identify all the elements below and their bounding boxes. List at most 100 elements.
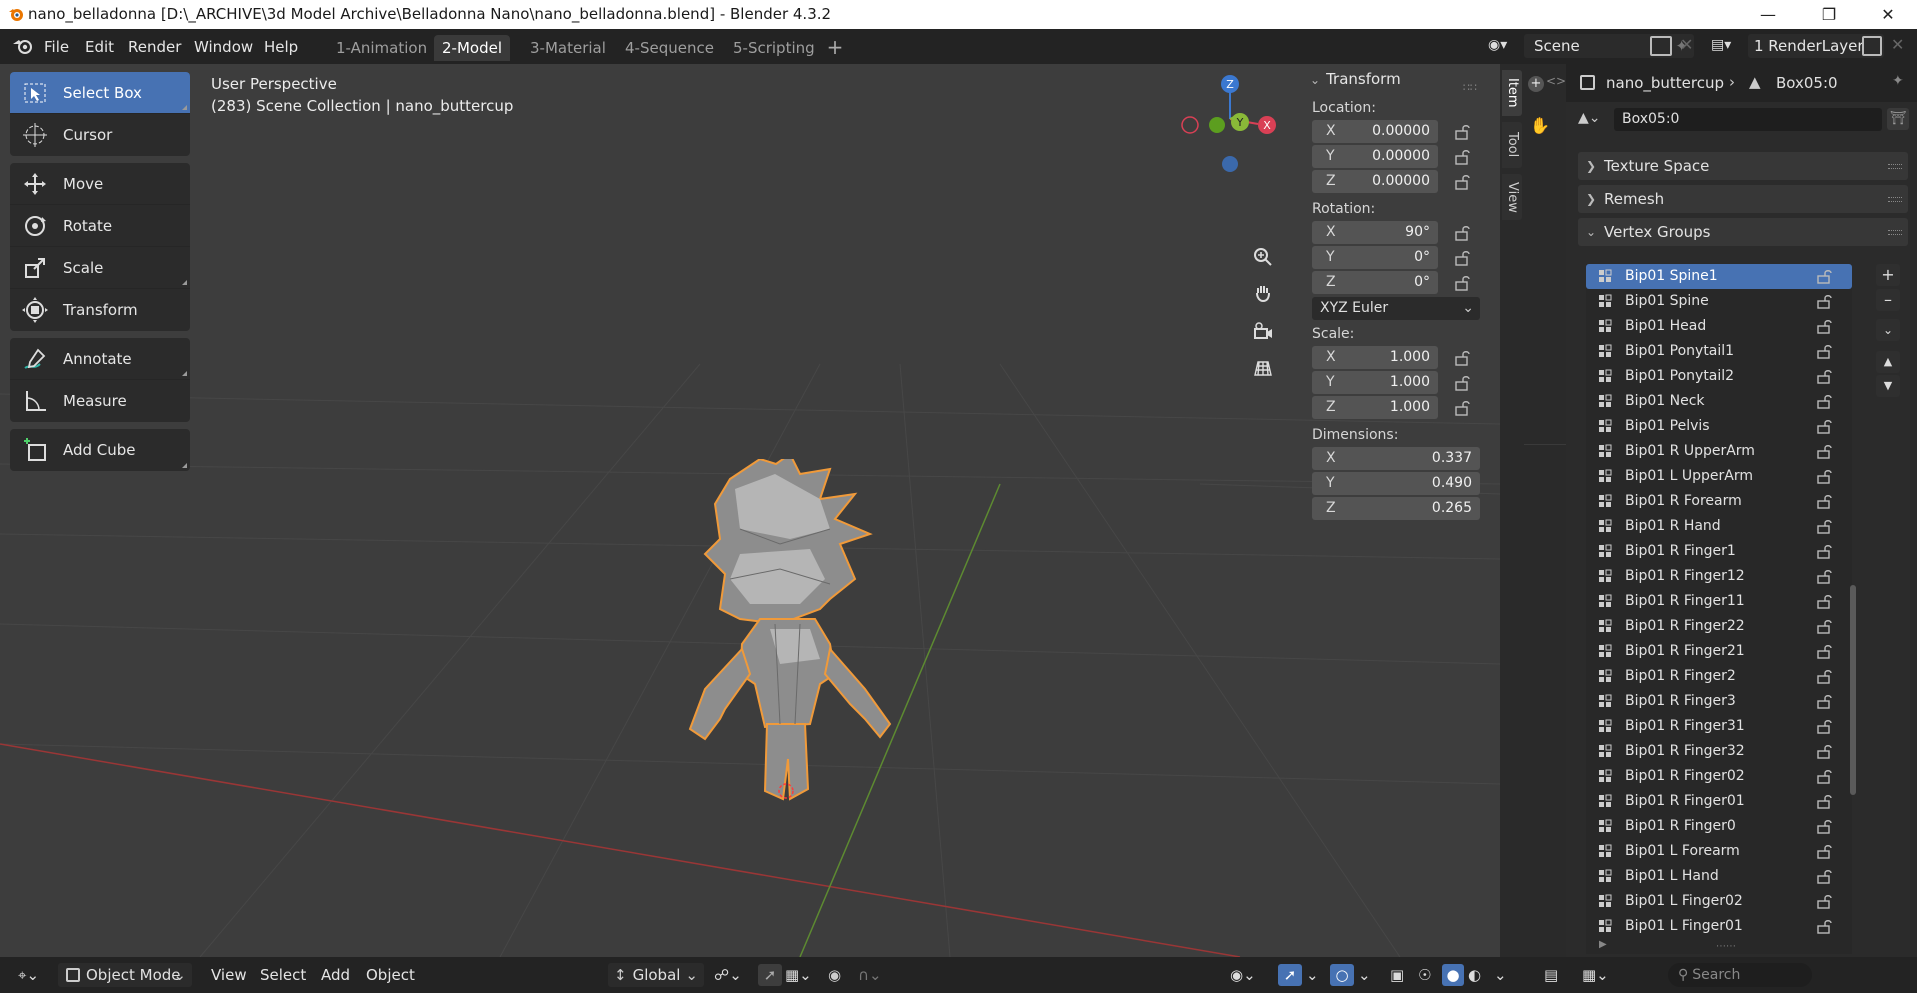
add-icon[interactable]: + (1528, 76, 1544, 92)
vertex-group-item[interactable]: Bip01 R Finger0 (1586, 814, 1852, 839)
vertex-group-item[interactable]: Bip01 R Finger1 (1586, 539, 1852, 564)
dimensions-z-field[interactable]: Z 0.265 (1312, 497, 1480, 520)
panel-vertex-groups[interactable]: ⌄ Vertex Groups (1578, 218, 1908, 246)
lock-icon[interactable] (1454, 250, 1472, 266)
lock-icon[interactable] (1816, 894, 1834, 909)
properties-filter-icon[interactable]: ▦⌄ (1582, 964, 1609, 986)
viewlayer-icon[interactable]: ▤▾ (1711, 37, 1745, 57)
scale-x-field[interactable]: X 1.000 (1312, 346, 1438, 369)
panel-texture-space[interactable]: ❯ Texture Space (1578, 152, 1908, 180)
tool-annotate[interactable]: Annotate (10, 338, 190, 380)
menu-window[interactable]: Window (188, 35, 259, 59)
3d-viewport[interactable]: Select Box Cursor Move Rotate Scale Tran… (0, 64, 1500, 957)
close-icon[interactable]: ✕ (1865, 0, 1911, 29)
editor-type-icon[interactable]: ▤ (1544, 964, 1558, 986)
navigation-gizmo[interactable]: Z Y X (1180, 64, 1280, 184)
lock-icon[interactable] (1816, 294, 1834, 309)
blender-menu-icon[interactable] (12, 37, 34, 55)
location-y-field[interactable]: Y 0.00000 (1312, 145, 1438, 168)
vertex-group-item[interactable]: Bip01 R Forearm (1586, 489, 1852, 514)
pivot-point-icon[interactable]: ☍⌄ (714, 964, 742, 986)
vertex-group-item[interactable]: Bip01 L Forearm (1586, 839, 1852, 864)
remove-vertex-group-button[interactable]: – (1876, 289, 1900, 311)
vertex-group-item[interactable]: Bip01 R Finger12 (1586, 564, 1852, 589)
lock-icon[interactable] (1816, 869, 1834, 884)
vertex-group-item[interactable]: Bip01 R Finger3 (1586, 689, 1852, 714)
list-filter-toggle[interactable]: ▶ (1599, 939, 1607, 950)
lock-icon[interactable] (1816, 319, 1834, 334)
lock-icon[interactable] (1816, 469, 1834, 484)
fake-user-shield-icon[interactable]: ⛩ (1887, 108, 1909, 130)
object-mode-dropdown[interactable]: Object Mode ⌄ (58, 963, 192, 987)
grip-icon[interactable] (1888, 230, 1902, 235)
lock-icon[interactable] (1816, 819, 1834, 834)
menu-view[interactable]: View (211, 964, 247, 986)
shading-options-icon[interactable]: ⌄ (1494, 964, 1507, 986)
zoom-icon[interactable] (1248, 242, 1278, 272)
tab-tool[interactable]: Tool (1502, 122, 1522, 168)
lock-icon[interactable] (1816, 269, 1834, 284)
tool-transform[interactable]: Transform (10, 289, 190, 331)
vertex-group-item[interactable]: Bip01 R Finger02 (1586, 764, 1852, 789)
vertex-group-item[interactable]: Bip01 Spine (1586, 289, 1852, 314)
tool-select-box[interactable]: Select Box (10, 72, 190, 114)
grip-icon[interactable]: ∷∷ (1463, 73, 1477, 103)
lock-icon[interactable] (1816, 369, 1834, 384)
lock-icon[interactable] (1816, 769, 1834, 784)
location-z-field[interactable]: Z 0.00000 (1312, 170, 1438, 193)
lock-icon[interactable] (1816, 519, 1834, 534)
lock-icon[interactable] (1816, 444, 1834, 459)
tab-animation[interactable]: 1-Animation (328, 35, 435, 61)
tool-measure[interactable]: Measure (10, 380, 190, 422)
lock-icon[interactable] (1454, 174, 1472, 190)
scale-z-field[interactable]: Z 1.000 (1312, 396, 1438, 419)
snap-toggle-icon[interactable]: ➚ (758, 964, 782, 986)
expand-arrows-icon[interactable]: <> (1546, 74, 1566, 88)
hand-icon[interactable]: ✋ (1530, 116, 1550, 135)
tab-view[interactable]: View (1502, 174, 1522, 220)
vertex-group-item[interactable]: Bip01 R Finger31 (1586, 714, 1852, 739)
lock-icon[interactable] (1816, 344, 1834, 359)
lock-icon[interactable] (1454, 350, 1472, 366)
vertex-group-item[interactable]: Bip01 R Hand (1586, 514, 1852, 539)
menu-add[interactable]: Add (321, 964, 350, 986)
new-viewlayer-icon[interactable] (1862, 36, 1882, 56)
lock-icon[interactable] (1816, 744, 1834, 759)
lock-icon[interactable] (1816, 494, 1834, 509)
lock-icon[interactable] (1454, 375, 1472, 391)
lock-icon[interactable] (1816, 719, 1834, 734)
minimize-icon[interactable]: — (1745, 0, 1791, 29)
tool-add-cube[interactable]: Add Cube (10, 429, 190, 471)
transform-panel-header[interactable]: ⌄ Transform ∷∷ (1300, 64, 1483, 94)
menu-file[interactable]: File (38, 35, 75, 59)
menu-edit[interactable]: Edit (79, 35, 120, 59)
panel-remesh[interactable]: ❯ Remesh (1578, 185, 1908, 213)
character-model[interactable] (680, 459, 980, 919)
gizmo-toggle-icon[interactable]: ➚ (1278, 964, 1302, 986)
lock-icon[interactable] (1816, 919, 1834, 934)
ortho-grid-icon[interactable] (1248, 353, 1278, 383)
lock-icon[interactable] (1454, 225, 1472, 241)
tab-sequence[interactable]: 4-Sequence (617, 35, 722, 61)
rotation-x-field[interactable]: X 90° (1312, 221, 1438, 244)
search-input[interactable]: ⚲ Search (1668, 963, 1812, 987)
rotation-mode-dropdown[interactable]: XYZ Euler ⌄ (1312, 297, 1480, 320)
dimensions-y-field[interactable]: Y 0.490 (1312, 472, 1480, 495)
camera-view-icon[interactable] (1248, 316, 1278, 346)
dimensions-x-field[interactable]: X 0.337 (1312, 447, 1480, 470)
proportional-edit-icon[interactable]: ◉ (828, 964, 841, 986)
vertex-group-item[interactable]: Bip01 R Finger2 (1586, 664, 1852, 689)
add-vertex-group-button[interactable]: + (1876, 264, 1900, 286)
vertex-group-item[interactable]: Bip01 R Finger32 (1586, 739, 1852, 764)
vertex-group-item[interactable]: Bip01 R UpperArm (1586, 439, 1852, 464)
vertex-group-item[interactable]: Bip01 R Finger11 (1586, 589, 1852, 614)
vertex-group-item[interactable]: Bip01 L Finger01 (1586, 914, 1852, 939)
move-down-button[interactable]: ▼ (1876, 375, 1900, 397)
vertex-group-item[interactable]: Bip01 L Hand (1586, 864, 1852, 889)
gizmo-options-icon[interactable]: ⌄ (1306, 964, 1319, 986)
wireframe-shading-icon[interactable]: ☉ (1418, 964, 1431, 986)
snap-target-icon[interactable]: ▦⌄ (785, 964, 812, 986)
menu-select[interactable]: Select (260, 964, 306, 986)
tool-cursor[interactable]: Cursor (10, 114, 190, 156)
lock-icon[interactable] (1816, 394, 1834, 409)
